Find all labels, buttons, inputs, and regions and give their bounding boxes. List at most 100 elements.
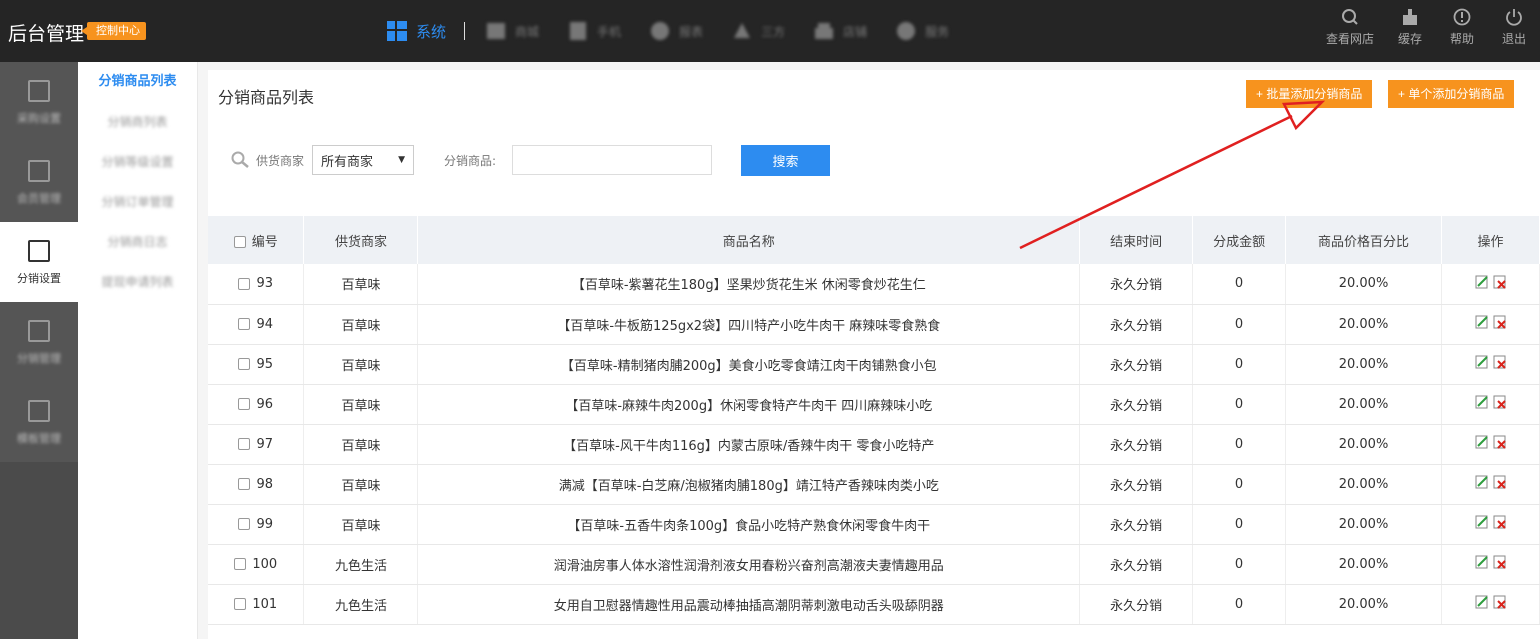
row-checkbox[interactable] [238,277,251,290]
nav-item-mobile[interactable]: 手机 [553,0,635,62]
edit-icon[interactable] [1475,555,1489,569]
cell-end-time: 永久分销 [1079,464,1194,505]
nav-divider [464,22,466,40]
delete-icon[interactable] [1493,355,1507,369]
cell-actions [1441,384,1540,425]
help-button[interactable]: 帮助 [1436,8,1488,47]
leftbar-item-purchase[interactable]: 采购设置 [0,62,78,142]
edit-icon[interactable] [1475,475,1489,489]
cell-product-name: 【百草味-风干牛肉116g】内蒙古原味/香辣牛肉干 零食小吃特产 [417,424,1081,465]
delete-icon[interactable] [1493,395,1507,409]
row-checkbox[interactable] [238,318,251,330]
cell-commission: 0 [1192,384,1287,425]
control-center-badge[interactable]: 控制中心 [81,22,146,40]
table-header-row: 编号 供货商家 商品名称 结束时间 分成金额 商品价格百分比 操作 [208,216,1540,264]
cell-commission: 0 [1192,584,1287,625]
nav-item-third-party[interactable]: 三方 [717,0,799,62]
edit-icon[interactable] [1475,355,1489,369]
edit-icon[interactable] [1475,395,1489,409]
subnav-item-distributors[interactable]: 分销商列表 [78,102,197,142]
cell-commission: 0 [1192,304,1287,345]
search-button[interactable]: 搜索 [741,144,831,176]
delete-icon[interactable] [1493,435,1507,449]
nav-item-service[interactable]: 服务 [881,0,963,62]
batch-add-label: 批量添加分销商品 [1266,87,1363,101]
edit-icon [28,160,50,182]
edit-icon [28,80,50,102]
cell-supplier: 百草味 [303,264,419,305]
cell-id: 93 [208,264,305,305]
select-all-checkbox[interactable] [233,236,246,248]
single-add-button[interactable]: + 单个添加分销商品 [1388,80,1515,108]
delete-icon[interactable] [1493,595,1507,609]
col-price-percent: 商品价格百分比 [1285,216,1442,264]
nav-label: 三方 [761,24,786,39]
main-area: 分销商品列表 + 批量添加分销商品 + 单个添加分销商品 供货商家 所有商家 ▼… [198,62,1540,639]
delete-icon[interactable] [1493,475,1507,489]
cell-end-time: 永久分销 [1079,504,1194,545]
row-checkbox[interactable] [234,558,247,570]
edit-icon[interactable] [1475,515,1489,529]
edit-icon[interactable] [1475,595,1489,609]
cell-id: 96 [208,384,305,425]
supplier-select[interactable]: 所有商家 ▼ [312,145,415,175]
delete-icon[interactable] [1493,315,1507,329]
row-checkbox[interactable] [234,598,247,610]
subnav-item-distribution-products[interactable]: 分销商品列表 [78,62,197,102]
row-id: 93 [256,276,273,292]
table-row: 96 百草味 【百草味-麻辣牛肉200g】休闲零食特产牛肉干 四川麻辣味小吃 永久分销… [208,384,1540,425]
nav-item-report[interactable]: 报表 [635,0,717,62]
leftbar-item-distribution-settings[interactable]: 分销设置 [0,222,78,302]
edit-icon[interactable] [1475,315,1489,329]
subnav-item-withdraw[interactable]: 提现申请列表 [78,262,197,302]
broom-icon [1403,9,1417,25]
cell-commission: 0 [1192,424,1287,465]
nav-item-mall[interactable]: 商城 [471,0,553,62]
row-checkbox[interactable] [238,358,251,370]
delete-icon[interactable] [1493,275,1507,289]
form-icon [28,240,50,262]
edit-icon[interactable] [1475,435,1489,449]
leftbar-item-member[interactable]: 会员管理 [0,142,78,222]
nav-item-shop[interactable]: 店铺 [799,0,881,62]
report-icon [651,22,670,40]
cell-price-percent: 20.00% [1285,584,1442,625]
cell-supplier: 百草味 [303,504,419,545]
edit-icon[interactable] [1475,275,1489,289]
table-row: 95 百草味 【百草味-精制猪肉脯200g】美食小吃零食靖江肉干肉铺熟食小包 永久分销… [208,344,1540,385]
row-id: 98 [256,476,273,492]
nav-item-system[interactable]: 系统 [384,0,464,62]
batch-add-button[interactable]: + 批量添加分销商品 [1246,80,1373,108]
network-icon [734,23,751,38]
search-row: 供货商家 所有商家 ▼ 分销商品: 搜索 [230,144,831,176]
row-checkbox[interactable] [238,438,251,450]
cell-actions [1441,264,1540,305]
subnav-item-orders[interactable]: 分销订单管理 [78,182,197,222]
power-icon [1506,9,1522,26]
row-checkbox[interactable] [238,478,251,490]
row-id: 95 [256,356,273,372]
cell-end-time: 永久分销 [1079,424,1194,465]
delete-icon[interactable] [1493,515,1507,529]
logout-button[interactable]: 退出 [1488,8,1540,47]
search-icon [1342,9,1358,25]
row-checkbox[interactable] [238,518,251,530]
cell-product-name: 润滑油房事人体水溶性润滑剂液女用春粉兴奋剂高潮液夫妻情趣用品 [417,544,1081,585]
distribution-product-table: 编号 供货商家 商品名称 结束时间 分成金额 商品价格百分比 操作 93 百草味【… [208,216,1540,625]
delete-icon[interactable] [1493,555,1507,569]
leftbar-item-template[interactable]: 模板管理 [0,382,78,462]
cache-button[interactable]: 缓存 [1384,8,1436,47]
view-store-button[interactable]: 查看网店 [1316,8,1384,47]
subnav-item-logs[interactable]: 分销商日志 [78,222,197,262]
leftbar-item-distribution-manage[interactable]: 分销管理 [0,302,78,382]
subnav-item-levels[interactable]: 分销等级设置 [78,142,197,182]
row-checkbox[interactable] [238,398,251,410]
product-search-input[interactable] [512,145,713,175]
cell-supplier: 百草味 [303,304,419,345]
cell-product-name: 【百草味-麻辣牛肉200g】休闲零食特产牛肉干 四川麻辣味小吃 [417,384,1081,425]
col-actions: 操作 [1441,216,1540,264]
cell-actions [1441,504,1540,545]
brand-title: 后台管理 [8,23,85,45]
edit-icon [28,320,50,342]
col-product-name: 商品名称 [417,216,1081,264]
